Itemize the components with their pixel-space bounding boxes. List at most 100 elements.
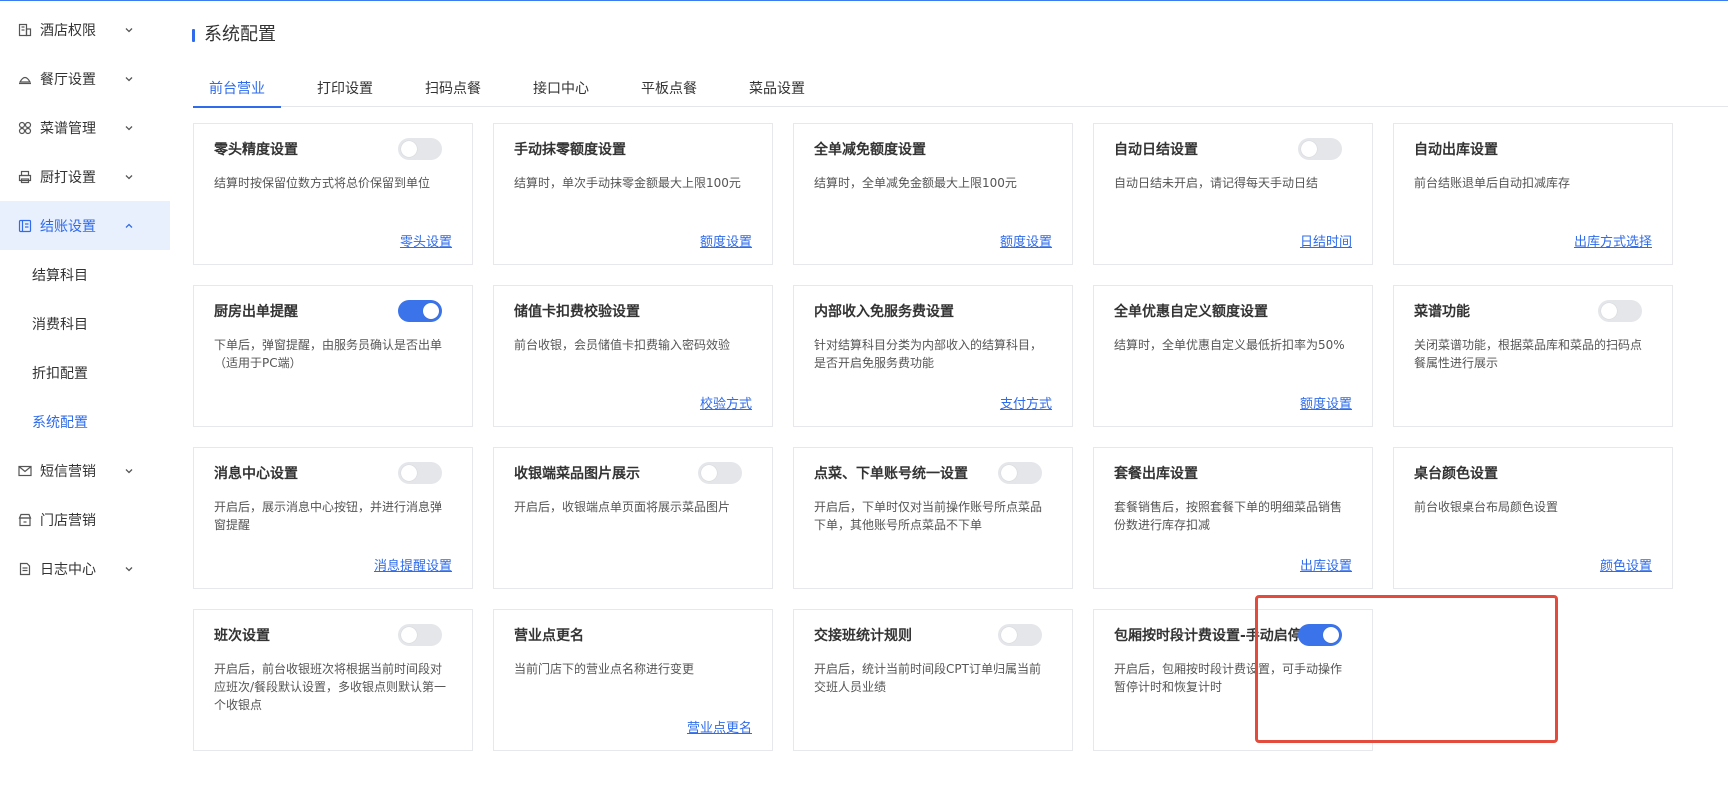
card-link[interactable]: 零头设置 [400,231,452,250]
tab-1[interactable]: 打印设置 [301,69,389,107]
tab-4[interactable]: 平板点餐 [625,69,713,107]
toggle-switch[interactable] [398,300,442,322]
toggle-switch[interactable] [1298,138,1342,160]
toggle-switch[interactable] [1598,300,1642,322]
card-link[interactable]: 校验方式 [700,393,752,412]
sidebar-item-5[interactable]: 短信营销 [0,446,170,495]
sidebar-item-1[interactable]: 餐厅设置 [0,54,170,103]
dish-cover-icon [18,72,32,86]
card-description: 套餐销售后，按照套餐下单的明细菜品销售份数进行库存扣减 [1114,500,1343,532]
card-title: 全单优惠自定义额度设置 [1114,304,1268,320]
sidebar-item-2[interactable]: 菜谱管理 [0,103,170,152]
card-description: 结算时按保留位数方式将总价保留到单位 [214,176,431,190]
sidebar-item-label: 酒店权限 [40,22,96,39]
card-title: 消息中心设置 [214,466,298,482]
setting-card: 包厢按时段计费设置-手动启停开启后，包厢按时段计费设置，可手动操作暂停计时和恢复… [1093,609,1373,751]
sidebar-item-label: 厨打设置 [40,169,96,186]
sidebar-item-label: 结账设置 [40,218,96,235]
card-title: 营业点更名 [514,628,584,644]
sidebar-item-label: 门店营销 [40,512,96,529]
setting-card: 班次设置开启后，前台收银班次将根据当前时间段对应班次/餐段默认设置，多收银点则默… [193,609,473,751]
toggle-switch[interactable] [998,462,1042,484]
card-description: 结算时，单次手动抹零金额最大上限100元 [514,176,741,190]
sidebar-subitem-2[interactable]: 折扣配置 [0,348,170,397]
toggle-switch[interactable] [698,462,742,484]
setting-card: 套餐出库设置套餐销售后，按照套餐下单的明细菜品销售份数进行库存扣减出库设置 [1093,447,1373,589]
card-title: 全单减免额度设置 [814,142,926,158]
tab-0[interactable]: 前台营业 [193,69,281,108]
setting-card: 储值卡扣费校验设置前台收银，会员储值卡扣费输入密码效验校验方式 [493,285,773,427]
setting-card: 手动抹零额度设置结算时，单次手动抹零金额最大上限100元额度设置 [493,123,773,265]
sidebar-subitem-0[interactable]: 结算科目 [0,250,170,299]
chevron-down-icon [124,172,134,182]
tab-5[interactable]: 菜品设置 [733,69,821,107]
card-description: 开启后，前台收银班次将根据当前时间段对应班次/餐段默认设置，多收银点则默认第一个… [214,662,447,712]
card-title: 班次设置 [214,628,270,644]
card-link[interactable]: 出库方式选择 [1574,231,1652,250]
card-link[interactable]: 出库设置 [1300,555,1352,574]
card-title: 桌台颜色设置 [1414,466,1498,482]
sidebar-subitem-1[interactable]: 消费科目 [0,299,170,348]
card-description: 自动日结未开启，请记得每天手动日结 [1114,176,1319,190]
card-title: 自动出库设置 [1414,142,1498,158]
sidebar-subitem-3[interactable]: 系统配置 [0,397,170,446]
card-description: 结算时，全单优惠自定义最低折扣率为50% [1114,338,1345,352]
card-description: 结算时，全单减免金额最大上限100元 [814,176,1017,190]
card-link[interactable]: 消息提醒设置 [374,555,452,574]
card-link[interactable]: 额度设置 [1000,231,1052,250]
toggle-switch[interactable] [398,462,442,484]
card-description: 前台收银桌台布局颜色设置 [1414,500,1559,514]
card-link[interactable]: 支付方式 [1000,393,1052,412]
toggle-switch[interactable] [1298,624,1342,646]
card-description: 下单后，弹窗提醒，由服务员确认是否出单（适用于PC端） [214,338,443,370]
sidebar-item-3[interactable]: 厨打设置 [0,152,170,201]
card-description: 关闭菜谱功能，根据菜品库和菜品的扫码点餐属性进行展示 [1414,338,1643,370]
setting-card: 零头精度设置 结算时按保留位数方式将总价保留到单位 零头设置 [193,123,473,265]
card-description: 开启后，展示消息中心按钮，并进行消息弹窗提醒 [214,500,443,532]
card-description: 开启后，收银端点单页面将展示菜品图片 [514,500,731,514]
card-title: 厨房出单提醒 [214,304,298,320]
tab-2[interactable]: 扫码点餐 [409,69,497,107]
card-link[interactable]: 额度设置 [1300,393,1352,412]
sidebar-item-6[interactable]: 门店营销 [0,495,170,544]
setting-card: 自动出库设置 前台结账退单后自动扣减库存 出库方式选择 [1393,123,1673,265]
toggle-switch[interactable] [398,624,442,646]
sidebar-item-4[interactable]: 结账设置 [0,201,170,250]
card-link[interactable]: 颜色设置 [1600,555,1652,574]
toggle-switch[interactable] [998,624,1042,646]
card-description: 当前门店下的营业点名称进行变更 [514,662,695,676]
setting-card: 点菜、下单账号统一设置 开启后，下单时仅对当前操作账号所点菜品下单，其他账号所点菜… [793,447,1073,589]
card-link[interactable]: 额度设置 [700,231,752,250]
card-title: 自动日结设置 [1114,142,1198,158]
card-description: 针对结算科目分类为内部收入的结算科目，是否开启免服务费功能 [814,338,1043,370]
main-content: 系统配置 前台营业 打印设置 扫码点餐 接口中心 平板点餐 菜品设置 零头精度设置 结算时按… [170,1,1728,798]
card-title: 手动抹零额度设置 [514,142,626,158]
sidebar-item-label: 餐厅设置 [40,71,96,88]
card-title: 套餐出库设置 [1114,466,1198,482]
card-description: 开启后，包厢按时段计费设置，可手动操作暂停计时和恢复计时 [1114,662,1343,694]
card-link[interactable]: 日结时间 [1300,231,1352,250]
building-icon [18,23,32,37]
card-title: 收银端菜品图片展示 [514,466,640,482]
sidebar-item-0[interactable]: 酒店权限 [0,5,170,54]
setting-card: 消息中心设置开启后，展示消息中心按钮，并进行消息弹窗提醒消息提醒设置 [193,447,473,589]
card-description: 前台收银，会员储值卡扣费输入密码效验 [514,338,731,352]
card-title: 交接班统计规则 [814,628,912,644]
chevron-down-icon [124,564,134,574]
card-link[interactable]: 营业点更名 [687,717,752,736]
sidebar-item-7[interactable]: 日志中心 [0,544,170,593]
card-title: 包厢按时段计费设置-手动启停 [1114,628,1302,644]
tab-3[interactable]: 接口中心 [517,69,605,107]
checkout-icon [18,219,32,233]
setting-card: 全单减免额度设置结算时，全单减免金额最大上限100元额度设置 [793,123,1073,265]
sidebar-item-label: 菜谱管理 [40,120,96,137]
setting-card: 交接班统计规则 开启后，统计当前时间段CPT订单归属当前交班人员业绩 [793,609,1073,751]
chevron-down-icon [124,123,134,133]
toggle-switch[interactable] [398,138,442,160]
chevron-down-icon [124,466,134,476]
card-title: 储值卡扣费校验设置 [514,304,640,320]
store-icon [18,513,32,527]
setting-card: 菜谱功能 关闭菜谱功能，根据菜品库和菜品的扫码点餐属性进行展示 [1393,285,1673,427]
sidebar: 酒店权限餐厅设置菜谱管理厨打设置结账设置结算科目 消费科目 折扣配置 系统配置 短信营销… [0,1,170,798]
setting-card: 自动日结设置自动日结未开启，请记得每天手动日结日结时间 [1093,123,1373,265]
